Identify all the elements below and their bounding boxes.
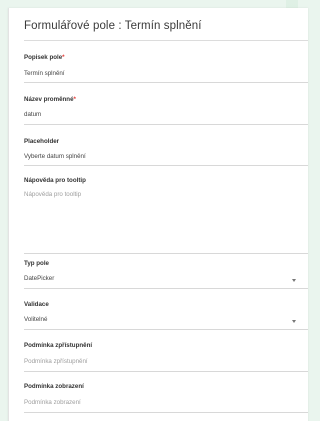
form-field-panel: Formulářové pole : Termín splnění Popise… [8, 8, 308, 421]
typ-underline [24, 288, 308, 289]
typ-label: Typ pole [24, 260, 49, 267]
podminka-zpristupneni-input[interactable]: Podmínka zpřístupnění [24, 358, 88, 365]
placeholder-label: Placeholder [24, 138, 60, 145]
popisek-label-text: Popisek pole [24, 54, 63, 61]
popisek-input[interactable]: Termín splnění [24, 70, 65, 77]
validace-label: Validace [24, 301, 49, 308]
popisek-label: Popisek pole* [24, 54, 65, 61]
nazev-label: Název proměnné* [24, 96, 76, 103]
chevron-down-icon[interactable] [292, 320, 296, 323]
typ-select[interactable]: DatePicker [24, 275, 54, 282]
chevron-down-icon[interactable] [292, 279, 296, 282]
validace-select[interactable]: Volitelné [24, 316, 47, 323]
placeholder-underline [24, 165, 308, 166]
nazev-label-text: Název proměnné [24, 96, 74, 103]
napoveda-textarea[interactable]: Nápověda pro tooltip [24, 191, 81, 198]
panel-title: Formulářové pole : Termín splnění [24, 20, 202, 32]
nazev-underline [24, 124, 308, 125]
popisek-underline [24, 82, 308, 83]
podminka-zobrazeni-input[interactable]: Podmínka zobrazení [24, 399, 81, 406]
podminka-zobrazeni-underline [24, 412, 308, 413]
validace-underline [24, 329, 308, 330]
napoveda-label: Nápověda pro tooltip [24, 177, 86, 184]
required-mark: * [62, 54, 65, 61]
required-mark: * [73, 96, 76, 103]
podminka-zpristupneni-underline [24, 371, 308, 372]
napoveda-underline [24, 253, 308, 254]
title-divider [24, 40, 308, 41]
nazev-input[interactable]: datum [24, 111, 41, 118]
podminka-zpristupneni-label: Podmínka zpřístupnění [24, 342, 93, 349]
placeholder-input[interactable]: Vyberte datum splnění [24, 153, 86, 160]
podminka-zobrazeni-label: Podmínka zobrazení [24, 383, 84, 390]
